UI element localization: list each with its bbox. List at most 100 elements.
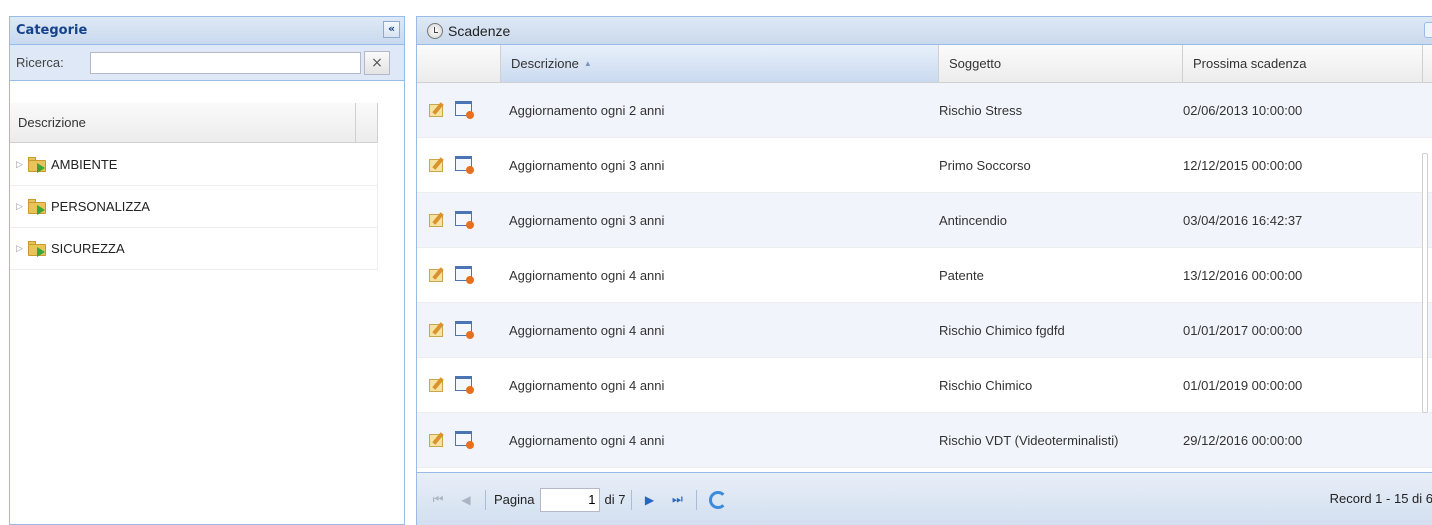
sort-asc-icon: ▲ <box>583 59 592 68</box>
search-label: Ricerca: <box>16 55 64 70</box>
row-actions <box>417 211 501 229</box>
delete-icon[interactable] <box>455 266 475 284</box>
table-row[interactable]: Aggiornamento ogni 3 anni Primo Soccorso… <box>417 138 1432 193</box>
cell-prossima-scadenza: 01/01/2019 00:00:00 <box>1183 377 1303 393</box>
expand-arrow-icon[interactable]: ▷ <box>16 160 28 170</box>
search-bar: Ricerca: × <box>10 45 404 81</box>
tree-item-personalizza[interactable]: ▷ PERSONALIZZA <box>10 186 378 228</box>
cell-prossima-scadenza: 13/12/2016 00:00:00 <box>1183 267 1303 283</box>
cell-soggetto: Rischio Stress <box>939 102 1023 118</box>
row-actions <box>417 156 501 174</box>
edit-icon[interactable] <box>429 267 447 283</box>
cell-soggetto: Patente <box>939 267 984 283</box>
delete-icon[interactable] <box>455 431 475 449</box>
edit-icon[interactable] <box>429 322 447 338</box>
collapse-panel-button[interactable]: « <box>383 21 400 38</box>
delete-icon[interactable] <box>455 321 475 339</box>
page-label: Pagina <box>494 492 535 507</box>
search-input[interactable] <box>90 52 361 74</box>
categorie-panel: Categorie « Ricerca: × Descrizione ▷ AMB… <box>9 16 405 525</box>
cell-soggetto: Rischio VDT (Videoterminalisti) <box>939 432 1119 448</box>
cell-soggetto: Antincendio <box>939 212 1007 228</box>
folder-icon <box>28 157 48 173</box>
categorie-header: Categorie « <box>10 17 404 45</box>
table-row[interactable]: Aggiornamento ogni 4 anni Patente 13/12/… <box>417 248 1432 303</box>
delete-icon[interactable] <box>455 101 475 119</box>
cell-descrizione: Aggiornamento ogni 4 anni <box>509 322 665 338</box>
cell-descrizione: Aggiornamento ogni 4 anni <box>509 267 665 283</box>
grid-body: Aggiornamento ogni 2 anni Rischio Stress… <box>417 83 1432 468</box>
tree-item-label: AMBIENTE <box>51 157 118 172</box>
cell-soggetto: Rischio Chimico fgdfd <box>939 322 1065 338</box>
page-number-input[interactable] <box>540 487 601 512</box>
table-row[interactable]: Aggiornamento ogni 4 anni Rischio Chimic… <box>417 358 1432 413</box>
tree-item-label: SICUREZZA <box>51 241 125 256</box>
delete-icon[interactable] <box>455 211 475 229</box>
row-actions <box>417 266 501 284</box>
row-actions <box>417 101 501 119</box>
expand-arrow-icon[interactable]: ▷ <box>16 202 28 212</box>
record-info: Record 1 - 15 di 6 <box>1329 491 1432 506</box>
tree-column-descrizione[interactable]: Descrizione <box>10 103 356 142</box>
row-actions <box>417 376 501 394</box>
tree-header: Descrizione <box>10 103 378 143</box>
toolbar-separator <box>696 489 698 510</box>
column-actions <box>417 45 501 82</box>
prev-page-icon[interactable]: ◀ <box>457 491 475 509</box>
vertical-scrollbar[interactable] <box>1422 153 1428 413</box>
category-tree: ▷ AMBIENTE ▷ PERSONALIZZA ▷ SICUREZZA <box>10 144 378 270</box>
cell-soggetto: Rischio Chimico <box>939 377 1033 393</box>
column-descrizione-label: Descrizione <box>511 56 579 71</box>
delete-icon[interactable] <box>455 156 475 174</box>
cell-descrizione: Aggiornamento ogni 3 anni <box>509 212 665 228</box>
table-row[interactable]: Aggiornamento ogni 4 anni Rischio VDT (V… <box>417 413 1432 468</box>
page-count-label: di 7 <box>604 492 626 507</box>
tree-item-label: PERSONALIZZA <box>51 199 150 214</box>
tree-column-extra <box>356 103 378 142</box>
delete-icon[interactable] <box>455 376 475 394</box>
toolbar-separator <box>485 489 486 510</box>
cell-prossima-scadenza: 03/04/2016 16:42:37 <box>1183 212 1303 228</box>
cell-prossima-scadenza: 29/12/2016 00:00:00 <box>1183 432 1303 448</box>
table-row[interactable]: Aggiornamento ogni 2 anni Rischio Stress… <box>417 83 1432 138</box>
cell-prossima-scadenza: 01/01/2017 00:00:00 <box>1183 322 1303 338</box>
paging-toolbar: ⏮ ◀ Pagina di 7 ▶ ⏭ Record 1 - 15 di 6 <box>417 472 1432 525</box>
refresh-icon[interactable] <box>709 490 728 509</box>
grid-header: Descrizione ▲ Soggetto Prossima scadenza <box>417 45 1432 83</box>
edit-icon[interactable] <box>429 212 447 228</box>
edit-icon[interactable] <box>429 157 447 173</box>
edit-icon[interactable] <box>429 377 447 393</box>
column-descrizione[interactable]: Descrizione ▲ <box>501 45 939 82</box>
cell-descrizione: Aggiornamento ogni 2 anni <box>509 102 665 118</box>
column-prossima-scadenza[interactable]: Prossima scadenza <box>1183 45 1423 82</box>
cell-prossima-scadenza: 02/06/2013 10:00:00 <box>1183 102 1303 118</box>
last-page-icon[interactable]: ⏭ <box>668 491 686 509</box>
row-actions <box>417 321 501 339</box>
cell-soggetto: Primo Soccorso <box>939 157 1031 173</box>
next-page-icon[interactable]: ▶ <box>640 491 658 509</box>
panel-tool-button[interactable] <box>1424 22 1432 38</box>
row-actions <box>417 431 501 449</box>
scadenze-title: Scadenze <box>448 22 511 39</box>
edit-icon[interactable] <box>429 102 447 118</box>
clear-search-button[interactable]: × <box>364 51 390 75</box>
expand-arrow-icon[interactable]: ▷ <box>16 244 28 254</box>
cell-descrizione: Aggiornamento ogni 3 anni <box>509 157 665 173</box>
first-page-icon[interactable]: ⏮ <box>429 491 447 509</box>
table-row[interactable]: Aggiornamento ogni 4 anni Rischio Chimic… <box>417 303 1432 358</box>
scadenze-titlebar: Scadenze <box>417 17 1432 45</box>
folder-icon <box>28 199 48 215</box>
cell-prossima-scadenza: 12/12/2015 00:00:00 <box>1183 157 1303 173</box>
toolbar-separator <box>631 489 633 510</box>
cell-descrizione: Aggiornamento ogni 4 anni <box>509 377 665 393</box>
categorie-title: Categorie <box>16 23 88 38</box>
column-soggetto[interactable]: Soggetto <box>939 45 1183 82</box>
tree-item-ambiente[interactable]: ▷ AMBIENTE <box>10 144 378 186</box>
tree-item-sicurezza[interactable]: ▷ SICUREZZA <box>10 228 378 270</box>
table-row[interactable]: Aggiornamento ogni 3 anni Antincendio 03… <box>417 193 1432 248</box>
scadenze-panel: Scadenze Descrizione ▲ Soggetto Prossima… <box>416 16 1432 525</box>
edit-icon[interactable] <box>429 432 447 448</box>
clock-icon <box>427 22 443 39</box>
cell-descrizione: Aggiornamento ogni 4 anni <box>509 432 665 448</box>
folder-icon <box>28 241 48 257</box>
